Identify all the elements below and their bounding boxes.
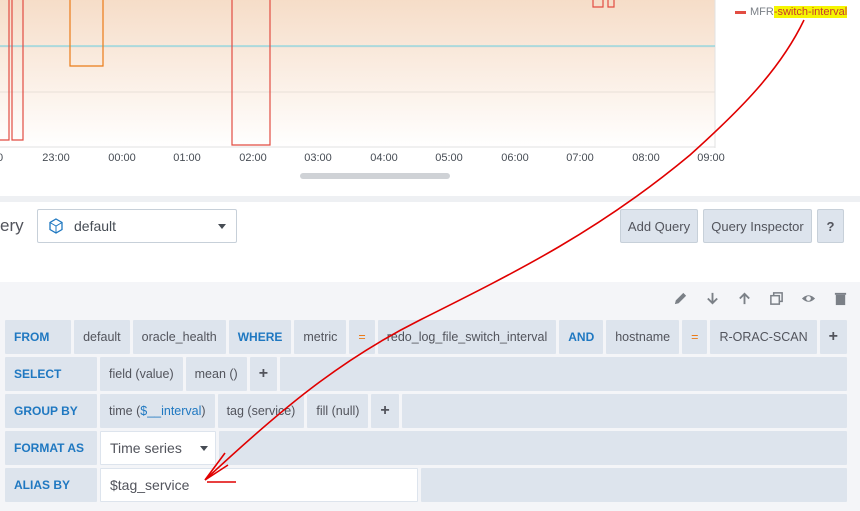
- datasource-picker[interactable]: default: [37, 209, 237, 243]
- where-operator[interactable]: =: [349, 320, 375, 354]
- legend-item[interactable]: MFR -switch-interval: [735, 6, 848, 18]
- x-tick-label: 05:00: [435, 152, 463, 164]
- help-button[interactable]: ?: [817, 209, 844, 243]
- aggregation-segment[interactable]: mean (): [185, 357, 247, 391]
- x-tick-label: 01:00: [173, 152, 201, 164]
- query-tab-title: ery: [0, 216, 24, 235]
- arrow-up-icon[interactable]: [737, 291, 752, 306]
- query-inspector-button[interactable]: Query Inspector: [703, 209, 812, 243]
- legend-label-highlight: -switch-interval: [773, 6, 848, 18]
- alias-by-input[interactable]: $tag_service: [100, 468, 418, 502]
- duplicate-icon[interactable]: [769, 291, 784, 306]
- format-as-label: FORMAT AS: [5, 431, 97, 465]
- group-by-tag-segment[interactable]: tag (service): [217, 394, 305, 428]
- legend-swatch: [735, 10, 746, 14]
- time-suffix: ): [201, 404, 206, 418]
- format-as-value: Time series: [110, 440, 182, 456]
- query-row-actions: [673, 291, 848, 306]
- x-tick-label: 23:00: [42, 152, 70, 164]
- group-by-row: GROUP BY time ($__interval) tag (service…: [5, 394, 847, 428]
- x-tick-label: 07:00: [566, 152, 594, 164]
- group-by-row-filler: [401, 394, 847, 428]
- pencil-icon[interactable]: [673, 291, 688, 306]
- and-keyword[interactable]: AND: [559, 320, 604, 354]
- query-editor: FROM default oracle_health WHERE metric …: [0, 282, 860, 511]
- field-segment[interactable]: field (value): [100, 357, 183, 391]
- where-tag-key[interactable]: metric: [294, 320, 347, 354]
- add-select-button[interactable]: +: [249, 357, 278, 391]
- from-row: FROM default oracle_health WHERE metric …: [5, 320, 847, 354]
- add-query-button[interactable]: Add Query: [620, 209, 698, 243]
- add-group-by-button[interactable]: +: [371, 394, 399, 428]
- add-where-button[interactable]: +: [819, 320, 847, 354]
- eye-icon[interactable]: [801, 291, 816, 306]
- x-tick-label: 02:00: [239, 152, 267, 164]
- x-tick-label: 03:00: [304, 152, 332, 164]
- arrow-down-icon[interactable]: [705, 291, 720, 306]
- graph-resize-handle[interactable]: [300, 173, 450, 179]
- plot-background: [0, 0, 715, 148]
- where-tag-value[interactable]: R-ORAC-SCAN: [710, 320, 817, 354]
- x-tick-label: 0: [0, 152, 20, 164]
- datasource-value: default: [74, 218, 117, 234]
- alias-row-filler: [421, 468, 847, 502]
- interval-variable: $__interval: [140, 404, 202, 418]
- x-tick-label: 08:00: [632, 152, 660, 164]
- chevron-down-icon: [199, 445, 208, 451]
- x-tick-label: 09:00: [697, 152, 725, 164]
- query-header: ery default Add Query Query Inspector ?: [0, 202, 860, 282]
- where-tag-key[interactable]: hostname: [606, 320, 680, 354]
- from-label: FROM: [5, 320, 72, 354]
- format-row-filler: [219, 431, 847, 465]
- x-tick-label: 00:00: [108, 152, 136, 164]
- legend-label-prefix: MFR: [750, 6, 774, 18]
- graph-panel: 0 23:00 00:00 01:00 02:00 03:00 04:00 05…: [0, 0, 860, 202]
- time-prefix: time (: [109, 404, 141, 418]
- format-as-row: FORMAT AS Time series: [5, 431, 847, 465]
- select-row: SELECT field (value) mean () +: [5, 357, 847, 391]
- select-row-filler: [280, 357, 847, 391]
- where-keyword: WHERE: [228, 320, 292, 354]
- format-as-select[interactable]: Time series: [100, 431, 216, 465]
- chevron-down-icon: [218, 224, 226, 229]
- select-label: SELECT: [5, 357, 97, 391]
- group-by-time-segment[interactable]: time ($__interval): [100, 394, 215, 428]
- alias-by-label: ALIAS BY: [5, 468, 97, 502]
- time-series-plot: [0, 0, 716, 148]
- datasource-icon: [49, 218, 63, 234]
- retention-policy-segment[interactable]: default: [74, 320, 130, 354]
- x-tick-label: 06:00: [501, 152, 529, 164]
- fill-segment[interactable]: fill (null): [307, 394, 369, 428]
- where-operator[interactable]: =: [682, 320, 708, 354]
- x-tick-label: 04:00: [370, 152, 398, 164]
- alias-by-row: ALIAS BY $tag_service: [5, 468, 847, 502]
- where-tag-value[interactable]: redo_log_file_switch_interval: [377, 320, 557, 354]
- measurement-segment[interactable]: oracle_health: [132, 320, 226, 354]
- trash-icon[interactable]: [833, 291, 848, 306]
- group-by-label: GROUP BY: [5, 394, 97, 428]
